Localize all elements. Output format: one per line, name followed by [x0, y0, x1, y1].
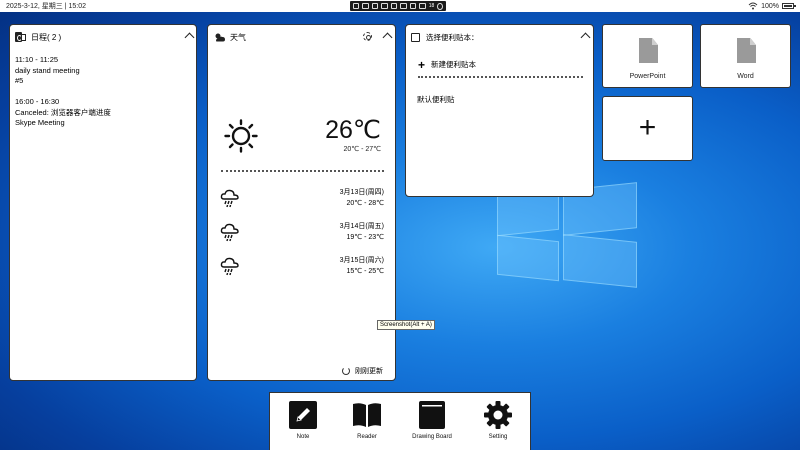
tile-label: PowerPoint — [629, 73, 666, 80]
tray-app-icon[interactable] — [390, 3, 398, 9]
forecast-range: 15℃ - 25℃ — [346, 268, 384, 275]
system-tray[interactable]: 18 — [350, 1, 446, 11]
forecast-date: 3月15日(周六) — [339, 257, 384, 264]
weather-widget: 天气 26℃ 20℃ - 27℃ 3月13日(周四) 20℃ - 28℃ 3月14… — [207, 24, 396, 381]
app-dock: Note Reader Drawing Board Setting — [269, 392, 531, 450]
new-notebook-button[interactable]: + 新建便利贴本 — [418, 57, 477, 72]
current-temperature: 26℃ — [325, 116, 381, 144]
collapse-chevron-icon[interactable] — [382, 32, 393, 43]
refresh-label: 刚刚更新 — [355, 368, 383, 375]
drawing-board-icon — [419, 401, 445, 429]
forecast-range: 20℃ - 28℃ — [346, 200, 384, 207]
calendar-header: 日程( 2 ) — [15, 31, 61, 43]
divider — [418, 76, 583, 78]
forecast-row: 3月15日(周六) 15℃ - 25℃ — [220, 255, 384, 281]
dock-drawing-board-button[interactable]: Drawing Board — [407, 401, 457, 440]
calendar-title: 日程( 2 ) — [31, 32, 62, 42]
datetime-label: 2025-3-12, 星期三 | 15:02 — [6, 3, 87, 10]
dock-label: Setting — [488, 434, 508, 440]
rain-cloud-icon — [220, 189, 239, 208]
dock-note-button[interactable]: Note — [278, 401, 328, 440]
outlook-icon — [15, 32, 26, 42]
screenshot-tooltip: Screenshot(Alt + A) — [377, 320, 435, 330]
rain-cloud-icon — [220, 257, 239, 276]
sticky-notes-widget: 选择便利贴本： + 新建便利贴本 默认便利贴 — [405, 24, 594, 197]
rain-cloud-icon — [220, 223, 239, 242]
gear-icon[interactable] — [363, 32, 372, 41]
document-icon — [737, 38, 756, 63]
calendar-widget: 日程( 2 ) 11:10 - 11:25 daily stand meetin… — [9, 24, 197, 381]
forecast-date: 3月14日(周五) — [339, 223, 384, 230]
tray-app-icon[interactable] — [400, 3, 407, 9]
tray-badge: 18 — [428, 3, 435, 9]
partly-cloudy-icon — [215, 33, 225, 41]
event-time: 16:00 - 16:30 — [15, 97, 60, 106]
collapse-chevron-icon[interactable] — [184, 32, 195, 43]
wifi-icon — [748, 2, 758, 10]
forecast-range: 19℃ - 23℃ — [346, 234, 384, 241]
tray-app-icon[interactable] — [362, 3, 369, 9]
battery-icon — [782, 3, 796, 9]
tray-app-icon[interactable] — [381, 3, 388, 9]
sun-icon — [224, 119, 258, 153]
word-tile[interactable]: Word — [700, 24, 791, 88]
sticky-note-icon — [411, 32, 420, 42]
plus-icon: + — [418, 57, 426, 72]
calendar-events: 11:10 - 11:25 daily stand meeting #5 16:… — [15, 55, 111, 129]
notes-title: 选择便利贴本： — [426, 32, 479, 42]
forecast-date: 3月13日(周四) — [339, 189, 384, 196]
tray-app-icon[interactable] — [353, 3, 360, 9]
event-detail: #5 — [15, 76, 24, 85]
battery-percent: 100% — [761, 2, 779, 10]
forecast-row: 3月14日(周五) 19℃ - 23℃ — [220, 221, 384, 247]
dock-label: Drawing Board — [412, 434, 452, 440]
collapse-chevron-icon[interactable] — [580, 32, 591, 43]
default-notebook-item[interactable]: 默认便利贴 — [417, 94, 455, 105]
pencil-icon — [289, 401, 317, 429]
dock-setting-button[interactable]: Setting — [473, 401, 523, 440]
powerpoint-tile[interactable]: PowerPoint — [602, 24, 693, 88]
tray-check-icon[interactable] — [437, 2, 444, 10]
tray-app-icon[interactable] — [371, 3, 379, 9]
event-title[interactable]: Canceled: 浏览器客户端进度 — [15, 108, 111, 119]
dock-reader-button[interactable]: Reader — [342, 401, 392, 440]
divider — [221, 170, 384, 172]
notes-header: 选择便利贴本： — [411, 31, 479, 43]
weather-header: 天气 — [213, 31, 246, 43]
add-tile-button[interactable]: + — [602, 96, 693, 161]
forecast-row: 3月13日(周四) 20℃ - 28℃ — [220, 187, 384, 213]
dock-label: Reader — [357, 434, 377, 440]
plus-icon: + — [638, 111, 657, 144]
tile-label: Word — [737, 73, 754, 80]
document-icon — [639, 38, 658, 63]
tray-app-icon[interactable] — [409, 3, 417, 9]
status-bar: 2025-3-12, 星期三 | 15:02 18 100% — [0, 0, 800, 12]
today-range: 20℃ - 27℃ — [343, 146, 381, 153]
dock-label: Note — [296, 434, 310, 440]
book-icon — [353, 403, 381, 427]
refresh-icon — [342, 367, 350, 375]
refresh-button[interactable]: 刚刚更新 — [342, 366, 383, 376]
status-right: 100% — [748, 0, 796, 12]
tray-app-icon[interactable] — [419, 3, 426, 9]
event-title[interactable]: daily stand meeting — [15, 66, 111, 77]
event-detail: Skype Meeting — [15, 118, 65, 127]
event-time: 11:10 - 11:25 — [15, 55, 59, 64]
new-notebook-label: 新建便利贴本 — [431, 60, 477, 69]
weather-title: 天气 — [230, 32, 246, 42]
gear-icon — [484, 401, 512, 429]
